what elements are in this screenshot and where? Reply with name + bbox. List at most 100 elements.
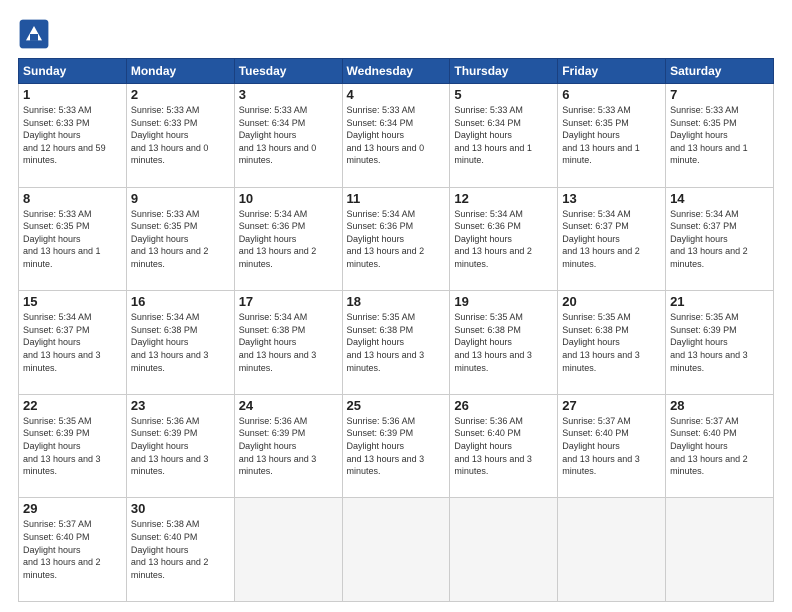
calendar-cell: 7 Sunrise: 5:33 AM Sunset: 6:35 PM Dayli… <box>666 84 774 188</box>
calendar-cell: 21 Sunrise: 5:35 AM Sunset: 6:39 PM Dayl… <box>666 291 774 395</box>
day-info: Sunrise: 5:34 AM Sunset: 6:36 PM Dayligh… <box>347 208 446 271</box>
day-info: Sunrise: 5:33 AM Sunset: 6:35 PM Dayligh… <box>562 104 661 167</box>
calendar-cell: 25 Sunrise: 5:36 AM Sunset: 6:39 PM Dayl… <box>342 394 450 498</box>
day-info: Sunrise: 5:33 AM Sunset: 6:33 PM Dayligh… <box>131 104 230 167</box>
calendar-cell: 22 Sunrise: 5:35 AM Sunset: 6:39 PM Dayl… <box>19 394 127 498</box>
day-number: 7 <box>670 87 769 102</box>
calendar-cell: 13 Sunrise: 5:34 AM Sunset: 6:37 PM Dayl… <box>558 187 666 291</box>
calendar-cell <box>450 498 558 602</box>
calendar-cell: 30 Sunrise: 5:38 AM Sunset: 6:40 PM Dayl… <box>126 498 234 602</box>
day-info: Sunrise: 5:37 AM Sunset: 6:40 PM Dayligh… <box>670 415 769 478</box>
day-info: Sunrise: 5:33 AM Sunset: 6:35 PM Dayligh… <box>131 208 230 271</box>
calendar-cell: 9 Sunrise: 5:33 AM Sunset: 6:35 PM Dayli… <box>126 187 234 291</box>
day-number: 22 <box>23 398 122 413</box>
header-thursday: Thursday <box>450 59 558 84</box>
day-number: 1 <box>23 87 122 102</box>
calendar-cell: 10 Sunrise: 5:34 AM Sunset: 6:36 PM Dayl… <box>234 187 342 291</box>
day-number: 17 <box>239 294 338 309</box>
calendar-cell: 29 Sunrise: 5:37 AM Sunset: 6:40 PM Dayl… <box>19 498 127 602</box>
day-number: 12 <box>454 191 553 206</box>
calendar-cell: 20 Sunrise: 5:35 AM Sunset: 6:38 PM Dayl… <box>558 291 666 395</box>
day-info: Sunrise: 5:35 AM Sunset: 6:38 PM Dayligh… <box>562 311 661 374</box>
day-info: Sunrise: 5:36 AM Sunset: 6:39 PM Dayligh… <box>239 415 338 478</box>
calendar-cell: 11 Sunrise: 5:34 AM Sunset: 6:36 PM Dayl… <box>342 187 450 291</box>
day-number: 11 <box>347 191 446 206</box>
calendar-cell: 4 Sunrise: 5:33 AM Sunset: 6:34 PM Dayli… <box>342 84 450 188</box>
calendar-cell <box>558 498 666 602</box>
day-number: 16 <box>131 294 230 309</box>
day-info: Sunrise: 5:36 AM Sunset: 6:39 PM Dayligh… <box>347 415 446 478</box>
day-info: Sunrise: 5:37 AM Sunset: 6:40 PM Dayligh… <box>23 518 122 581</box>
day-info: Sunrise: 5:34 AM Sunset: 6:37 PM Dayligh… <box>23 311 122 374</box>
day-info: Sunrise: 5:33 AM Sunset: 6:35 PM Dayligh… <box>23 208 122 271</box>
header-saturday: Saturday <box>666 59 774 84</box>
day-number: 21 <box>670 294 769 309</box>
day-number: 24 <box>239 398 338 413</box>
header-tuesday: Tuesday <box>234 59 342 84</box>
calendar-cell: 28 Sunrise: 5:37 AM Sunset: 6:40 PM Dayl… <box>666 394 774 498</box>
calendar-cell: 16 Sunrise: 5:34 AM Sunset: 6:38 PM Dayl… <box>126 291 234 395</box>
calendar-cell: 14 Sunrise: 5:34 AM Sunset: 6:37 PM Dayl… <box>666 187 774 291</box>
day-info: Sunrise: 5:37 AM Sunset: 6:40 PM Dayligh… <box>562 415 661 478</box>
day-number: 19 <box>454 294 553 309</box>
header-friday: Friday <box>558 59 666 84</box>
day-number: 13 <box>562 191 661 206</box>
day-number: 18 <box>347 294 446 309</box>
calendar-cell: 5 Sunrise: 5:33 AM Sunset: 6:34 PM Dayli… <box>450 84 558 188</box>
page: Sunday Monday Tuesday Wednesday Thursday… <box>0 0 792 612</box>
calendar-cell: 8 Sunrise: 5:33 AM Sunset: 6:35 PM Dayli… <box>19 187 127 291</box>
day-number: 30 <box>131 501 230 516</box>
day-info: Sunrise: 5:34 AM Sunset: 6:36 PM Dayligh… <box>454 208 553 271</box>
day-info: Sunrise: 5:36 AM Sunset: 6:39 PM Dayligh… <box>131 415 230 478</box>
day-number: 29 <box>23 501 122 516</box>
day-number: 27 <box>562 398 661 413</box>
day-number: 2 <box>131 87 230 102</box>
day-info: Sunrise: 5:34 AM Sunset: 6:37 PM Dayligh… <box>562 208 661 271</box>
day-info: Sunrise: 5:35 AM Sunset: 6:38 PM Dayligh… <box>347 311 446 374</box>
day-info: Sunrise: 5:34 AM Sunset: 6:38 PM Dayligh… <box>131 311 230 374</box>
calendar-cell: 6 Sunrise: 5:33 AM Sunset: 6:35 PM Dayli… <box>558 84 666 188</box>
header-wednesday: Wednesday <box>342 59 450 84</box>
calendar-cell: 2 Sunrise: 5:33 AM Sunset: 6:33 PM Dayli… <box>126 84 234 188</box>
day-info: Sunrise: 5:34 AM Sunset: 6:36 PM Dayligh… <box>239 208 338 271</box>
header <box>18 18 774 50</box>
day-number: 8 <box>23 191 122 206</box>
calendar-cell <box>342 498 450 602</box>
day-number: 25 <box>347 398 446 413</box>
day-info: Sunrise: 5:34 AM Sunset: 6:37 PM Dayligh… <box>670 208 769 271</box>
day-number: 23 <box>131 398 230 413</box>
weekday-header-row: Sunday Monday Tuesday Wednesday Thursday… <box>19 59 774 84</box>
day-info: Sunrise: 5:33 AM Sunset: 6:34 PM Dayligh… <box>239 104 338 167</box>
calendar-cell: 24 Sunrise: 5:36 AM Sunset: 6:39 PM Dayl… <box>234 394 342 498</box>
logo-icon <box>18 18 50 50</box>
day-number: 9 <box>131 191 230 206</box>
logo <box>18 18 54 50</box>
calendar-cell: 27 Sunrise: 5:37 AM Sunset: 6:40 PM Dayl… <box>558 394 666 498</box>
calendar-cell: 17 Sunrise: 5:34 AM Sunset: 6:38 PM Dayl… <box>234 291 342 395</box>
calendar-cell <box>234 498 342 602</box>
day-number: 5 <box>454 87 553 102</box>
day-info: Sunrise: 5:33 AM Sunset: 6:34 PM Dayligh… <box>347 104 446 167</box>
day-number: 4 <box>347 87 446 102</box>
day-number: 3 <box>239 87 338 102</box>
header-sunday: Sunday <box>19 59 127 84</box>
calendar-cell: 26 Sunrise: 5:36 AM Sunset: 6:40 PM Dayl… <box>450 394 558 498</box>
day-info: Sunrise: 5:33 AM Sunset: 6:35 PM Dayligh… <box>670 104 769 167</box>
calendar-cell: 23 Sunrise: 5:36 AM Sunset: 6:39 PM Dayl… <box>126 394 234 498</box>
day-number: 14 <box>670 191 769 206</box>
day-number: 28 <box>670 398 769 413</box>
calendar-cell: 3 Sunrise: 5:33 AM Sunset: 6:34 PM Dayli… <box>234 84 342 188</box>
day-number: 10 <box>239 191 338 206</box>
calendar-table: Sunday Monday Tuesday Wednesday Thursday… <box>18 58 774 602</box>
day-info: Sunrise: 5:34 AM Sunset: 6:38 PM Dayligh… <box>239 311 338 374</box>
day-number: 20 <box>562 294 661 309</box>
day-number: 6 <box>562 87 661 102</box>
day-info: Sunrise: 5:35 AM Sunset: 6:39 PM Dayligh… <box>670 311 769 374</box>
calendar-cell: 18 Sunrise: 5:35 AM Sunset: 6:38 PM Dayl… <box>342 291 450 395</box>
day-info: Sunrise: 5:38 AM Sunset: 6:40 PM Dayligh… <box>131 518 230 581</box>
calendar-cell <box>666 498 774 602</box>
day-info: Sunrise: 5:35 AM Sunset: 6:39 PM Dayligh… <box>23 415 122 478</box>
header-monday: Monday <box>126 59 234 84</box>
day-info: Sunrise: 5:36 AM Sunset: 6:40 PM Dayligh… <box>454 415 553 478</box>
calendar-cell: 15 Sunrise: 5:34 AM Sunset: 6:37 PM Dayl… <box>19 291 127 395</box>
